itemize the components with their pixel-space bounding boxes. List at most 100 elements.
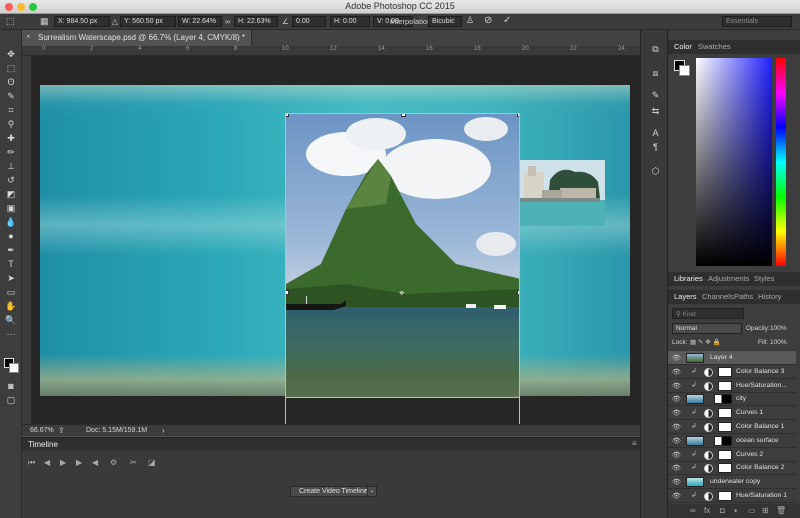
paragraph-panel-icon[interactable]: ¶ (649, 142, 662, 153)
quick-select-tool-icon[interactable]: ✎ (4, 90, 18, 102)
visibility-eye-icon[interactable]: 👁 (672, 368, 681, 376)
healing-brush-tool-icon[interactable]: ✚ (4, 132, 18, 144)
visibility-eye-icon[interactable]: 👁 (672, 437, 681, 445)
document-tab[interactable]: × Surrealism Waterscape.psd @ 66.7% (Lay… (22, 30, 253, 46)
add-style-icon[interactable]: fx (704, 506, 710, 515)
timeline-dropdown-icon[interactable]: ⌄ (367, 486, 377, 497)
layer-mask-thumbnail[interactable] (718, 491, 732, 501)
layer-4-image[interactable]: ⌖ (285, 113, 520, 398)
visibility-eye-icon[interactable]: 👁 (672, 423, 681, 431)
adjust-panel-icon[interactable]: ⇆ (649, 106, 662, 117)
height-field[interactable]: H: 22.63% (234, 16, 278, 27)
blur-tool-icon[interactable]: 💧 (4, 216, 18, 228)
lasso-tool-icon[interactable]: ʘ (4, 76, 18, 88)
layer-thumbnail[interactable] (686, 394, 704, 405)
warp-icon[interactable]: ♙ (466, 15, 474, 26)
layer-thumbnail[interactable] (686, 353, 704, 363)
hand-tool-icon[interactable]: ✋ (4, 300, 18, 312)
delta-icon[interactable]: △ (112, 17, 118, 26)
zoom-level[interactable]: 66.67% (30, 427, 54, 434)
screen-mode-icon[interactable]: ▢ (4, 394, 18, 406)
tab-channels[interactable]: Channels (702, 292, 734, 301)
handle-middle-left[interactable] (286, 290, 289, 295)
y-position-field[interactable]: Y: 560.50 px (120, 16, 176, 27)
visibility-eye-icon[interactable]: 👁 (672, 492, 681, 500)
quick-mask-icon[interactable]: ◙ (4, 380, 18, 392)
layer-mask-thumbnail[interactable] (718, 449, 732, 460)
3d-panel-icon[interactable]: ⬡ (649, 166, 662, 177)
layer-thumbnail[interactable] (686, 477, 704, 488)
handle-middle-right[interactable] (517, 290, 519, 295)
layer-row[interactable]: 👁 ocean surface (668, 434, 796, 448)
go-to-first-frame-icon[interactable]: ⏮ (28, 458, 35, 468)
new-layer-icon[interactable]: ⊞ (762, 506, 769, 515)
character-panel-icon[interactable]: A (649, 128, 662, 139)
transform-tool-icon[interactable]: ⬚ (6, 16, 15, 27)
layer-row[interactable]: 👁 ↲ Curves 1 (668, 406, 796, 421)
tab-swatches[interactable]: Swatches (698, 42, 731, 51)
tab-layers[interactable]: Layers (674, 292, 697, 301)
layer-filter-input[interactable]: ⚲ Kind (672, 308, 744, 319)
path-selection-tool-icon[interactable]: ➤ (4, 272, 18, 284)
layer-row[interactable]: 👁 city (668, 392, 796, 407)
visibility-eye-icon[interactable]: 👁 (672, 478, 681, 486)
opacity-value[interactable]: 100% (770, 325, 787, 332)
share-icon[interactable]: ⇪ (58, 426, 65, 435)
lock-icons[interactable]: ▦ ✎ ✥ 🔒 (690, 338, 721, 346)
add-mask-icon[interactable]: ◘ (720, 506, 725, 515)
link-layers-icon[interactable]: ∞ (690, 506, 696, 515)
tab-libraries[interactable]: Libraries (674, 274, 703, 283)
crop-tool-icon[interactable]: ⌗ (4, 104, 18, 116)
layer-row[interactable]: 👁 ↲ Hue/Saturation 1 (668, 489, 796, 503)
link-icon[interactable]: ∞ (225, 17, 230, 26)
history-brush-tool-icon[interactable]: ↺ (4, 174, 18, 186)
type-tool-icon[interactable]: T (4, 258, 18, 270)
transition-icon[interactable]: ◪ (148, 458, 156, 467)
layer-mask-thumbnail[interactable] (714, 394, 732, 405)
new-adjustment-icon[interactable]: ◐ (734, 506, 739, 515)
tab-color[interactable]: Color (674, 42, 692, 51)
fill-value[interactable]: 100% (770, 339, 787, 346)
workspace-select[interactable]: Essentials (722, 16, 792, 27)
zoom-tool-icon[interactable]: 🔍 (4, 314, 18, 326)
layer-row[interactable]: 👁 underwater copy (668, 475, 796, 490)
tab-styles[interactable]: Styles (754, 274, 774, 283)
clone-stamp-tool-icon[interactable]: ⊥ (4, 160, 18, 172)
transform-center-point-icon[interactable]: ⌖ (399, 288, 405, 299)
layer-mask-thumbnail[interactable] (718, 463, 732, 474)
marquee-tool-icon[interactable]: ⬚ (4, 62, 18, 74)
layer-row[interactable]: 👁 ↲ Curves 2 (668, 448, 796, 462)
visibility-eye-icon[interactable]: 👁 (672, 354, 681, 362)
create-video-timeline-button[interactable]: Create Video Timeline (290, 486, 377, 497)
history-panel-icon[interactable]: ⧉ (649, 44, 662, 55)
layer-row[interactable]: 👁 ↲ Color Balance 2 (668, 461, 796, 476)
rectangle-tool-icon[interactable]: ▭ (4, 286, 18, 298)
layer-mask-thumbnail[interactable] (714, 435, 732, 446)
next-frame-icon[interactable]: ▶ (76, 458, 82, 467)
reference-point-icon[interactable]: ▦ (40, 16, 49, 27)
timeline-menu-icon[interactable]: ≡ (632, 439, 637, 448)
tab-paths[interactable]: Paths (734, 292, 753, 301)
layer-thumbnail[interactable] (686, 435, 704, 446)
commit-transform-icon[interactable]: ✓ (503, 15, 511, 26)
visibility-eye-icon[interactable]: 👁 (672, 382, 681, 390)
eyedropper-tool-icon[interactable]: ⚲ (4, 118, 18, 130)
visibility-eye-icon[interactable]: 👁 (672, 395, 681, 403)
panel-bg-swatch[interactable] (679, 65, 690, 76)
dodge-tool-icon[interactable]: ● (4, 230, 18, 242)
move-tool-icon[interactable]: ✥ (4, 48, 18, 60)
layer-mask-thumbnail[interactable] (718, 366, 732, 377)
timeline-settings-icon[interactable]: ⚙ (110, 458, 117, 467)
layer-mask-thumbnail[interactable] (718, 380, 732, 391)
layer-row[interactable]: 👁 ↲ Color Balance 3 (668, 365, 796, 379)
timeline-tab[interactable]: Timeline (28, 440, 58, 449)
eraser-tool-icon[interactable]: ◩ (4, 188, 18, 200)
width-field[interactable]: W: 22.64% (178, 16, 222, 27)
visibility-eye-icon[interactable]: 👁 (672, 409, 681, 417)
pen-tool-icon[interactable]: ✒ (4, 244, 18, 256)
more-tools-icon[interactable]: ··· (4, 328, 18, 340)
horizontal-ruler[interactable]: 0 2 4 6 8 10 12 14 16 18 20 22 24 (22, 46, 640, 56)
brush-tool-icon[interactable]: ✏ (4, 146, 18, 158)
layer-mask-thumbnail[interactable] (718, 422, 732, 432)
properties-panel-icon[interactable]: ⧈ (649, 68, 662, 79)
